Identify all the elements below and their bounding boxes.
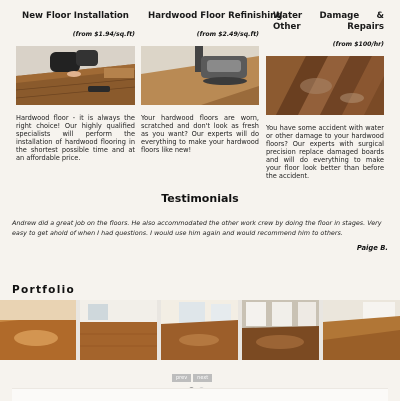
- service-price: (from $2.49/sq.ft): [196, 31, 259, 38]
- services-section: New Floor Installation (from $1.94/sq.ft…: [0, 0, 400, 180]
- service-price: (from $100/hr): [332, 41, 384, 48]
- portfolio-image[interactable]: [323, 300, 400, 360]
- bottom-section: [12, 388, 388, 401]
- portfolio-image[interactable]: [80, 300, 157, 360]
- service-price: (from $1.94/sq.ft): [72, 31, 135, 38]
- portfolio-image[interactable]: [242, 300, 319, 360]
- service-description: Your hardwood floors are worn, scratched…: [141, 114, 259, 154]
- service-title: Water Damage & Other Repairs: [273, 11, 384, 32]
- service-photo-refinishing: [141, 46, 259, 105]
- testimonials-heading: Testimonials: [161, 192, 239, 205]
- service-title: Hardwood Floor Refinishing: [148, 11, 283, 21]
- service-photo-installation: [16, 46, 135, 105]
- portfolio-carousel[interactable]: [0, 300, 400, 360]
- portfolio-image[interactable]: [0, 300, 76, 360]
- service-title: New Floor Installation: [22, 11, 129, 21]
- service-photo-water-damage: [266, 56, 384, 115]
- testimonial-quote: Andrew did a great job on the floors. He…: [12, 219, 382, 237]
- portfolio-image[interactable]: [161, 300, 238, 360]
- testimonial-author: Paige B.: [356, 244, 388, 252]
- service-description: You have some accident with water or oth…: [266, 124, 384, 180]
- service-description: Hardwood floor - it is always the right …: [16, 114, 135, 162]
- portfolio-heading: Portfolio: [12, 284, 76, 296]
